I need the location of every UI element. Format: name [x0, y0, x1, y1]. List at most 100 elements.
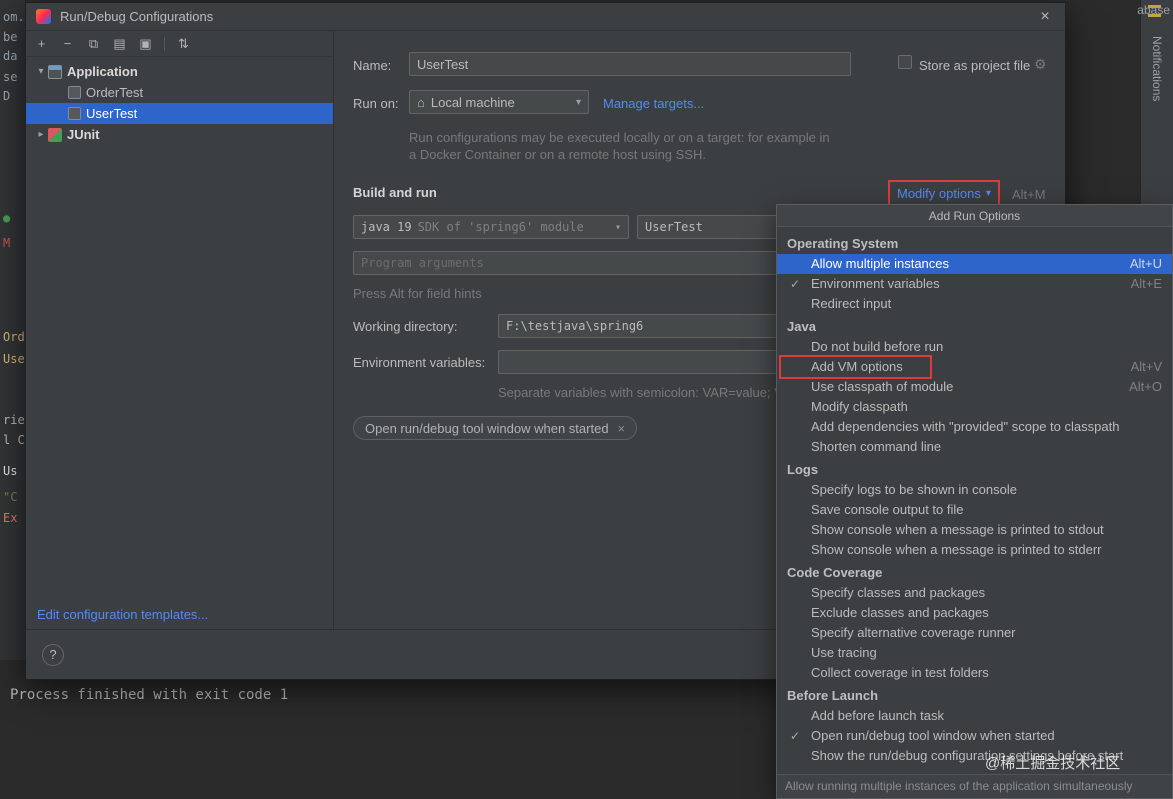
menu-item-specify-alternative-coverage-runner[interactable]: Specify alternative coverage runner: [777, 623, 1172, 643]
tree-item-junit[interactable]: ▸ JUnit: [26, 124, 333, 145]
name-input[interactable]: UserTest: [409, 52, 851, 76]
sidebar-toolbar: + − ⧉ ▤ ▣ ⇅: [26, 31, 333, 57]
store-as-project-file-checkbox[interactable]: [898, 55, 912, 69]
run-on-help-text: Run configurations may be executed local…: [409, 130, 830, 162]
chevron-down-icon[interactable]: ▾: [570, 97, 581, 108]
save-icon[interactable]: ▤: [112, 36, 127, 52]
menu-item-shortcut: Alt+O: [1129, 379, 1162, 394]
notifications-toolwindow-label[interactable]: Notifications: [1150, 36, 1164, 101]
menu-item-label: Add before launch task: [811, 708, 944, 723]
background-fragment: M: [3, 236, 11, 250]
environment-variables-label: Environment variables:: [353, 355, 486, 370]
menu-item-label: Modify classpath: [811, 399, 908, 414]
background-fragment: Orde: [3, 330, 25, 344]
menu-item-use-tracing[interactable]: Use tracing: [777, 643, 1172, 663]
run-config-icon: [68, 107, 81, 120]
background-fragment: se: [3, 70, 18, 84]
tree-item-label: Application: [67, 64, 138, 79]
tree-item-ordertest[interactable]: OrderTest: [26, 82, 333, 103]
chevron-down-icon[interactable]: ▾: [34, 66, 48, 77]
tree-item-usertest[interactable]: UserTest: [26, 103, 333, 124]
copy-icon[interactable]: ⧉: [86, 36, 101, 52]
tree-item-label: OrderTest: [86, 85, 144, 100]
background-fragment: ries: [3, 413, 25, 427]
background-left-strip: om. be da se D ● M Orde User ries l Co Us "C Ex: [0, 0, 25, 660]
run-on-select[interactable]: ⌂ Local machine ▾: [409, 90, 589, 114]
menu-item-exclude-classes-and-packages[interactable]: Exclude classes and packages: [777, 603, 1172, 623]
modify-options-link[interactable]: Modify options ▾: [888, 180, 1000, 207]
menu-item-add-before-launch-task[interactable]: Add before launch task: [777, 706, 1172, 726]
menu-item-allow-multiple-instances[interactable]: Allow multiple instances Alt+U: [777, 254, 1172, 274]
check-icon: ✓: [790, 277, 801, 291]
jdk-secondary: SDK of 'spring6' module: [417, 220, 584, 234]
menu-item-shortcut: Alt+U: [1129, 256, 1162, 271]
jdk-select[interactable]: java 19 SDK of 'spring6' module ▾: [353, 215, 629, 239]
menu-item-label: Add dependencies with "provided" scope t…: [811, 419, 1120, 434]
menu-item-save-console-output-to-file[interactable]: Save console output to file: [777, 500, 1172, 520]
modify-options-label: Modify options: [897, 186, 981, 201]
scrollbar-mark: [1148, 5, 1161, 8]
config-tree: ▾ Application OrderTest UserTest ▸ JUnit: [26, 57, 333, 145]
add-run-options-menu: Add Run Options Operating System Allow mu…: [776, 204, 1173, 799]
background-fragment: Ex: [3, 511, 18, 525]
add-icon[interactable]: +: [34, 36, 49, 51]
chip-close-icon[interactable]: ×: [618, 421, 626, 436]
menu-item-specify-logs-to-be-shown-in-console[interactable]: Specify logs to be shown in console: [777, 480, 1172, 500]
main-class-value: UserTest: [645, 220, 703, 234]
menu-item-label: Use tracing: [811, 645, 877, 660]
background-fragment: l Co: [3, 433, 25, 447]
menu-item-environment-variables[interactable]: ✓ Environment variables Alt+E: [777, 274, 1172, 294]
menu-item-label: Redirect input: [811, 296, 892, 311]
chevron-down-icon: ▾: [985, 188, 991, 199]
move-to-folder-icon[interactable]: ▣: [138, 36, 153, 52]
menu-item-show-console-when-a-message-is-printed-to-stderr[interactable]: Show console when a message is printed t…: [777, 540, 1172, 560]
menu-item-label: Add VM options: [811, 359, 903, 374]
menu-item-show-console-when-a-message-is-printed-to-stdout[interactable]: Show console when a message is printed t…: [777, 520, 1172, 540]
intellij-logo-icon: [36, 9, 51, 24]
menu-item-use-classpath-of-module[interactable]: Use classpath of module Alt+O: [777, 377, 1172, 397]
gear-icon[interactable]: ⚙: [1034, 56, 1047, 73]
menu-item-modify-classpath[interactable]: Modify classpath: [777, 397, 1172, 417]
help-button[interactable]: ?: [42, 644, 64, 666]
menu-header: Add Run Options: [777, 205, 1172, 227]
scrollbar-mark: [1148, 14, 1161, 17]
toolbar-divider: [164, 36, 165, 51]
working-directory-value: F:\testjava\spring6: [506, 319, 644, 333]
close-icon[interactable]: ×: [1035, 7, 1055, 27]
dialog-title: Run/Debug Configurations: [60, 9, 214, 24]
menu-item-shortcut: Alt+V: [1130, 359, 1162, 374]
menu-item-open-run-debug-tool-window-when-started[interactable]: ✓ Open run/debug tool window when started: [777, 726, 1172, 746]
background-fragment: D: [3, 89, 11, 103]
console-output-line: Process finished with exit code 1: [10, 687, 289, 703]
menu-item-redirect-input[interactable]: Redirect input: [777, 294, 1172, 314]
menu-item-do-not-build-before-run[interactable]: Do not build before run: [777, 337, 1172, 357]
menu-item-label: Exclude classes and packages: [811, 605, 989, 620]
menu-item-specify-classes-and-packages[interactable]: Specify classes and packages: [777, 583, 1172, 603]
tree-item-label: JUnit: [67, 127, 100, 142]
dialog-titlebar[interactable]: Run/Debug Configurations ×: [26, 3, 1065, 31]
jdk-primary: java 19: [361, 220, 412, 234]
local-machine-icon: ⌂: [417, 94, 425, 110]
sort-icon[interactable]: ⇅: [176, 36, 191, 52]
chevron-down-icon[interactable]: ▾: [609, 222, 621, 233]
open-tool-window-chip[interactable]: Open run/debug tool window when started …: [353, 416, 638, 440]
edit-configuration-templates-link[interactable]: Edit configuration templates...: [37, 607, 208, 622]
menu-footer-hint: Allow running multiple instances of the …: [777, 774, 1172, 798]
working-directory-label: Working directory:: [353, 319, 458, 334]
tree-item-application[interactable]: ▾ Application: [26, 61, 333, 82]
run-on-value: Local machine: [430, 94, 515, 110]
menu-item-label: Do not build before run: [811, 339, 944, 354]
chevron-right-icon[interactable]: ▸: [34, 129, 48, 140]
menu-item-add-dependencies-with-provided-scope-to-classpath[interactable]: Add dependencies with "provided" scope t…: [777, 417, 1172, 437]
check-icon: ✓: [790, 729, 801, 743]
menu-item-shorten-command-line[interactable]: Shorten command line: [777, 437, 1172, 457]
remove-icon[interactable]: −: [60, 36, 75, 51]
menu-item-label: Shorten command line: [811, 439, 942, 454]
manage-targets-link[interactable]: Manage targets...: [603, 96, 704, 111]
menu-item-label: Show console when a message is printed t…: [811, 542, 1102, 557]
menu-item-label: Use classpath of module: [811, 379, 954, 394]
environment-variables-hint: Separate variables with semicolon: VAR=v…: [498, 385, 783, 400]
menu-item-collect-coverage-in-test-folders[interactable]: Collect coverage in test folders: [777, 663, 1172, 683]
menu-item-add-vm-options[interactable]: Add VM options Alt+V: [777, 355, 1172, 379]
menu-section-title-before-launch: Before Launch: [787, 688, 879, 703]
